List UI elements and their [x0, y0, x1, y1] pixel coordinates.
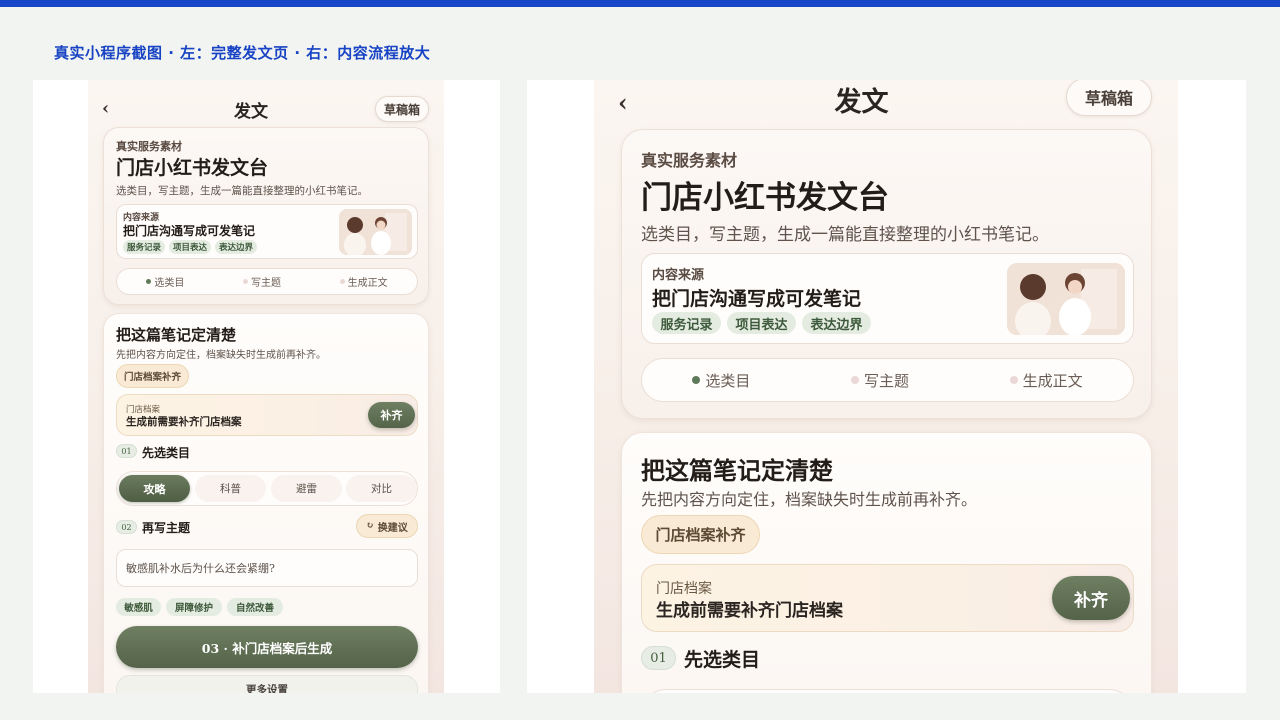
store-photo [339, 209, 412, 255]
right-panel: ‹ 发文 草稿箱 真实服务素材 门店小红书发文台 选类目，写主题，生成一篇能直接… [527, 80, 1246, 693]
hero-card: 真实服务素材 门店小红书发文台 选类目，写主题，生成一篇能直接整理的小红书笔记。… [621, 129, 1152, 419]
category-segment [641, 689, 1134, 693]
complete-archive-button[interactable]: 补齐 [1052, 576, 1130, 620]
topic-tag[interactable]: 屏障修护 [166, 598, 222, 616]
progress-steps: 选类目 写主题 生成正文 [641, 358, 1134, 402]
top-accent-bar [0, 0, 1280, 7]
archive-banner: 门店档案 生成前需要补齐门店档案 补齐 [641, 564, 1134, 632]
hero-title: 门店小红书发文台 [641, 180, 889, 216]
define-card: 把这篇笔记定清楚 先把内容方向定住，档案缺失时生成前再补齐。 门店档案补齐 门店… [621, 432, 1152, 693]
category-option-science[interactable]: 科普 [195, 475, 266, 502]
category-option-guide[interactable]: 攻略 [119, 475, 190, 502]
content-source-card[interactable]: 内容来源 把门店沟通写成可发笔记 服务记录 项目表达 表达边界 [116, 204, 418, 259]
step-generate: 生成正文 [339, 274, 388, 289]
source-tag: 项目表达 [727, 312, 796, 334]
content-source-card[interactable]: 内容来源 把门店沟通写成可发笔记 服务记录 项目表达 表达边界 [641, 253, 1134, 344]
step-dot-icon [850, 376, 859, 384]
refresh-suggestion-button[interactable]: ↻ 换建议 [356, 514, 418, 538]
page-title: 发文 [234, 102, 268, 122]
step-select-category: 选类目 [692, 370, 750, 391]
archive-badge: 门店档案补齐 [116, 364, 189, 388]
page-title: 发文 [834, 87, 889, 118]
hero-card: 真实服务素材 门店小红书发文台 选类目，写主题，生成一篇能直接整理的小红书笔记。… [103, 127, 429, 305]
step-write-topic: 写主题 [242, 274, 281, 289]
step-write-topic: 写主题 [850, 370, 909, 391]
hero-title: 门店小红书发文台 [116, 157, 269, 179]
source-title: 把门店沟通写成可发笔记 [652, 288, 862, 310]
hero-subtitle: 选类目，写主题，生成一篇能直接整理的小红书笔记。 [116, 185, 368, 197]
phone-screen-full: ‹ 发文 草稿箱 真实服务素材 门店小红书发文台 选类目，写主题，生成一篇能直接… [88, 80, 444, 693]
step-select-category: 选类目 [146, 274, 184, 289]
hero-eyebrow: 真实服务素材 [641, 151, 738, 170]
define-subtitle: 先把内容方向定住，档案缺失时生成前再补齐。 [641, 490, 978, 509]
source-tag: 项目表达 [169, 240, 211, 254]
store-photo [1007, 263, 1125, 335]
topic-tag[interactable]: 敏感肌 [116, 598, 161, 616]
progress-steps: 选类目 写主题 生成正文 [116, 268, 418, 295]
drafts-button[interactable]: 草稿箱 [375, 96, 429, 122]
step-number-badge: 01 [116, 444, 137, 458]
step-number-badge: 01 [641, 646, 676, 670]
define-card: 把这篇笔记定清楚 先把内容方向定住，档案缺失时生成前再补齐。 门店档案补齐 门店… [103, 313, 429, 693]
step-dot-icon [692, 376, 701, 384]
screenshot-caption: 真实小程序截图 · 左：完整发文页 · 右：内容流程放大 [54, 44, 431, 62]
source-tag: 表达边界 [802, 312, 871, 334]
topic-tag[interactable]: 自然改善 [227, 598, 283, 616]
define-title: 把这篇笔记定清楚 [641, 456, 833, 485]
category-option-avoid[interactable]: 避雷 [271, 475, 342, 502]
step-dot-icon [339, 279, 345, 284]
source-tag: 服务记录 [123, 240, 165, 254]
category-option-compare[interactable]: 对比 [346, 475, 417, 502]
category-title: 先选类目 [684, 649, 761, 671]
step-dot-icon [242, 279, 248, 284]
phone-screen-zoomed: ‹ 发文 草稿箱 真实服务素材 门店小红书发文台 选类目，写主题，生成一篇能直接… [594, 80, 1178, 693]
left-panel: ‹ 发文 草稿箱 真实服务素材 门店小红书发文台 选类目，写主题，生成一篇能直接… [33, 80, 500, 693]
source-tag: 服务记录 [652, 312, 721, 334]
step-number-badge: 02 [116, 520, 137, 534]
generate-button[interactable]: 03 · 补门店档案后生成 [116, 626, 418, 668]
category-title: 先选类目 [142, 446, 191, 460]
refresh-icon: ↻ [366, 521, 374, 531]
step-dot-icon [146, 279, 152, 284]
hero-subtitle: 选类目，写主题，生成一篇能直接整理的小红书笔记。 [641, 225, 1049, 245]
define-title: 把这篇笔记定清楚 [116, 326, 237, 344]
archive-text: 生成前需要补齐门店档案 [656, 601, 843, 621]
archive-text: 生成前需要补齐门店档案 [126, 416, 242, 428]
step-generate: 生成正文 [1009, 370, 1083, 391]
source-label: 内容来源 [652, 268, 705, 283]
source-title: 把门店沟通写成可发笔记 [123, 224, 256, 238]
topic-input[interactable]: 敏感肌补水后为什么还会紧绷? [116, 549, 418, 587]
archive-banner: 门店档案 生成前需要补齐门店档案 补齐 [116, 394, 418, 436]
drafts-button[interactable]: 草稿箱 [1066, 80, 1152, 116]
hero-eyebrow: 真实服务素材 [116, 140, 182, 153]
more-settings-button[interactable]: 更多设置 [116, 675, 418, 693]
define-subtitle: 先把内容方向定住，档案缺失时生成前再补齐。 [116, 350, 326, 361]
complete-archive-button[interactable]: 补齐 [368, 402, 415, 428]
step-dot-icon [1009, 376, 1018, 384]
category-segment: 攻略 科普 避雷 对比 [116, 471, 418, 506]
source-tag: 表达边界 [215, 240, 257, 254]
topic-title: 再写主题 [142, 521, 191, 535]
archive-badge: 门店档案补齐 [641, 515, 760, 554]
archive-label: 门店档案 [656, 581, 712, 597]
